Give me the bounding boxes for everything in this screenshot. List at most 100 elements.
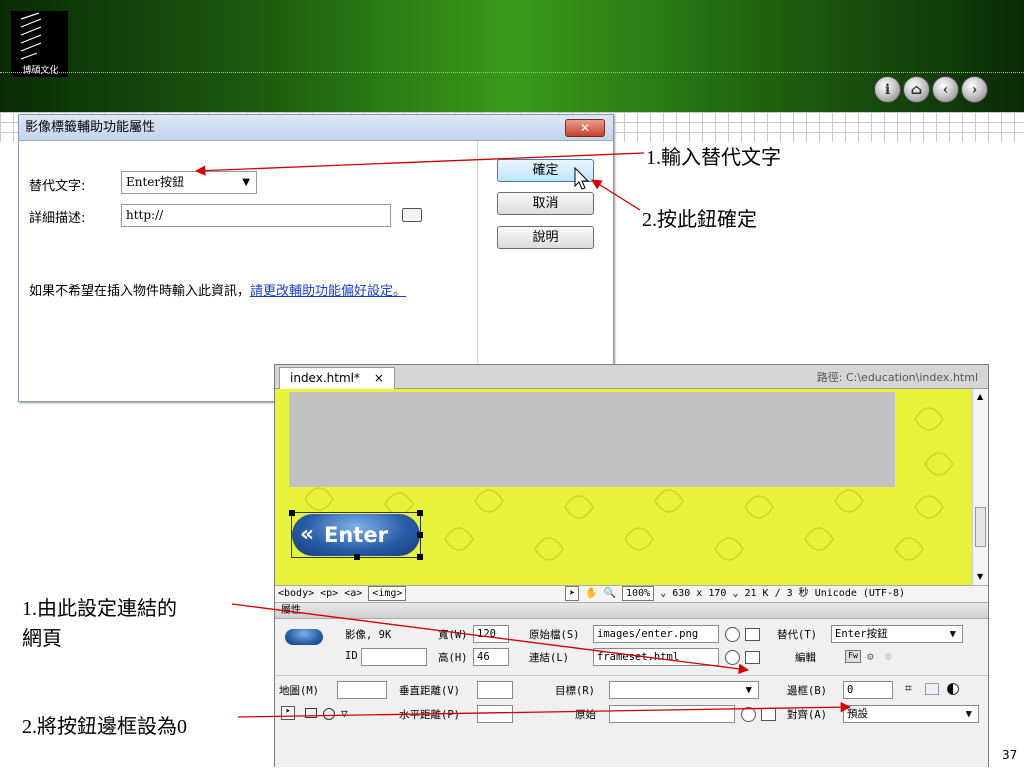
forward-icon[interactable]: › [961, 76, 988, 103]
zoom-select[interactable]: 100% [622, 586, 655, 601]
panel-divider [275, 675, 988, 676]
home-icon[interactable]: ⌂ [903, 76, 930, 103]
double-chevron-icon: « [300, 522, 315, 547]
link-input[interactable]: frameset.html [593, 648, 719, 666]
optimize-icon[interactable]: ⚙ [867, 650, 874, 663]
image-accessibility-dialog: 影像標籤輔助功能屬性 ✕ 替代文字: Enter按鈕 ▼ 詳細描述: http:… [18, 114, 614, 402]
encoding: Unicode (UTF-8) [814, 588, 906, 599]
reset-size-icon[interactable]: ⌗ [905, 681, 912, 696]
alt-text-combo[interactable]: Enter按鈕 ▼ [121, 171, 257, 194]
target-select[interactable]: ▼ [609, 681, 759, 699]
annotation-link-line2: 網頁 [22, 628, 62, 650]
enter-button-image[interactable]: « Enter [289, 510, 423, 560]
chevron-down-icon: ▼ [242, 177, 250, 188]
link-label: 連結(L) [529, 652, 569, 664]
point-to-file-icon[interactable] [725, 627, 740, 642]
image-thumbnail [285, 629, 323, 645]
hspace-input[interactable] [477, 705, 513, 723]
long-desc-field[interactable]: http:// [121, 204, 391, 227]
alt-select[interactable]: Enter按鈕 ▼ [831, 625, 963, 643]
dialog-info-text: 如果不希望在插入物件時輸入此資訊，請更改輔助功能偏好設定。 [29, 283, 429, 301]
resize-handle[interactable] [289, 510, 295, 516]
alt-label: 替代(T) [777, 629, 817, 641]
cancel-button[interactable]: 取消 [497, 192, 594, 215]
id-input[interactable] [361, 648, 427, 666]
properties-header: 屬性 [275, 603, 988, 619]
tab-label: index.html* [290, 371, 360, 385]
scroll-down-icon[interactable]: ▼ [977, 572, 983, 581]
folder-icon[interactable] [761, 708, 776, 721]
properties-panel: 影像, 9K ID 寬(W) 120 高(H) 46 原始檔(S) images… [275, 619, 988, 767]
info-text: 如果不希望在插入物件時輸入此資訊， [29, 284, 251, 299]
chevron-down-icon[interactable]: ⌄ [732, 588, 738, 599]
polygon-hotspot-icon[interactable]: ▽ [341, 707, 348, 720]
alt-text-value: Enter按鈕 [126, 175, 185, 189]
vspace-input[interactable] [477, 681, 513, 699]
logo-mark-icon [20, 12, 42, 60]
folder-icon[interactable] [745, 628, 760, 641]
design-view[interactable]: « Enter [275, 389, 972, 585]
image-info: 影像, 9K [345, 629, 392, 641]
map-input[interactable] [337, 681, 387, 699]
pointer-hotspot-icon[interactable]: ➤ [281, 706, 295, 720]
close-tab-icon[interactable]: × [374, 371, 384, 385]
resize-handle[interactable] [417, 510, 423, 516]
scroll-thumb[interactable] [975, 507, 986, 547]
status-bar: <body> <p> <a> <img> ➤ ✋ 🔍 100% ⌄ 630 x … [275, 585, 988, 603]
design-scrollbar[interactable]: ▲ ▼ [972, 389, 988, 585]
chevron-down-icon: ▼ [965, 708, 972, 720]
tab-index-html[interactable]: index.html* × [279, 367, 395, 389]
oval-hotspot-icon[interactable] [323, 708, 335, 720]
enter-pill: « Enter [292, 514, 420, 556]
document-path: 路徑: C:\education\index.html [816, 371, 978, 384]
chevron-down-icon: ▼ [745, 684, 752, 696]
close-button[interactable]: ✕ [565, 119, 605, 137]
dialog-divider [477, 141, 478, 401]
edit-label: 編輯 [795, 652, 816, 664]
tag-selector[interactable]: <body> <p> <a> [278, 588, 362, 599]
rect-hotspot-icon[interactable] [305, 708, 317, 718]
properties-title: 屬性 [281, 605, 301, 616]
src-label: 原始檔(S) [529, 629, 580, 641]
fireworks-edit-icon[interactable]: Fw [845, 650, 861, 663]
border-label: 邊框(B) [787, 685, 827, 697]
folder-icon[interactable] [745, 651, 760, 664]
point-to-file-icon[interactable] [741, 707, 756, 722]
hspace-label: 水平距離(P) [399, 709, 460, 721]
page-number: 37 [1002, 748, 1018, 762]
gray-placeholder-block [289, 392, 895, 487]
contrast-icon[interactable] [947, 683, 959, 695]
border-input[interactable]: 0 [843, 681, 893, 699]
resize-handle[interactable] [354, 554, 360, 560]
map-label: 地圖(M) [279, 685, 319, 697]
window-size[interactable]: 630 x 170 [672, 588, 726, 599]
chevron-down-icon: ▼ [949, 628, 956, 640]
align-label: 對齊(A) [787, 709, 827, 721]
annotation-border: 2.將按鈕邊框設為0 [22, 716, 187, 738]
info-icon[interactable]: i [874, 76, 901, 103]
original-input[interactable] [609, 705, 735, 723]
hand-tool-icon[interactable]: ✋ [585, 588, 597, 599]
id-label: ID [345, 650, 358, 662]
height-input[interactable]: 46 [473, 648, 509, 666]
crop-icon[interactable]: ⚙ [885, 650, 892, 663]
help-button[interactable]: 說明 [497, 226, 594, 249]
alt-text-label: 替代文字: [29, 179, 86, 194]
folder-icon[interactable] [402, 208, 422, 222]
scroll-up-icon[interactable]: ▲ [977, 392, 983, 401]
chevron-down-icon[interactable]: ⌄ [660, 588, 666, 599]
width-input[interactable]: 120 [473, 625, 509, 643]
align-select[interactable]: 預設 ▼ [843, 705, 979, 723]
original-label: 原始 [575, 709, 596, 721]
src-input[interactable]: images/enter.png [593, 625, 719, 643]
tag-img-selected[interactable]: <img> [368, 586, 407, 601]
back-icon[interactable]: ‹ [932, 76, 959, 103]
resample-icon[interactable] [925, 683, 939, 695]
point-to-file-icon[interactable] [725, 650, 740, 665]
preferences-link[interactable]: 請更改輔助功能偏好設定。 [250, 284, 406, 299]
mouse-cursor-icon [574, 167, 590, 190]
resize-handle[interactable] [417, 532, 423, 538]
select-tool-icon[interactable]: ➤ [565, 586, 580, 601]
resize-handle[interactable] [417, 554, 423, 560]
zoom-tool-icon[interactable]: 🔍 [604, 588, 616, 599]
